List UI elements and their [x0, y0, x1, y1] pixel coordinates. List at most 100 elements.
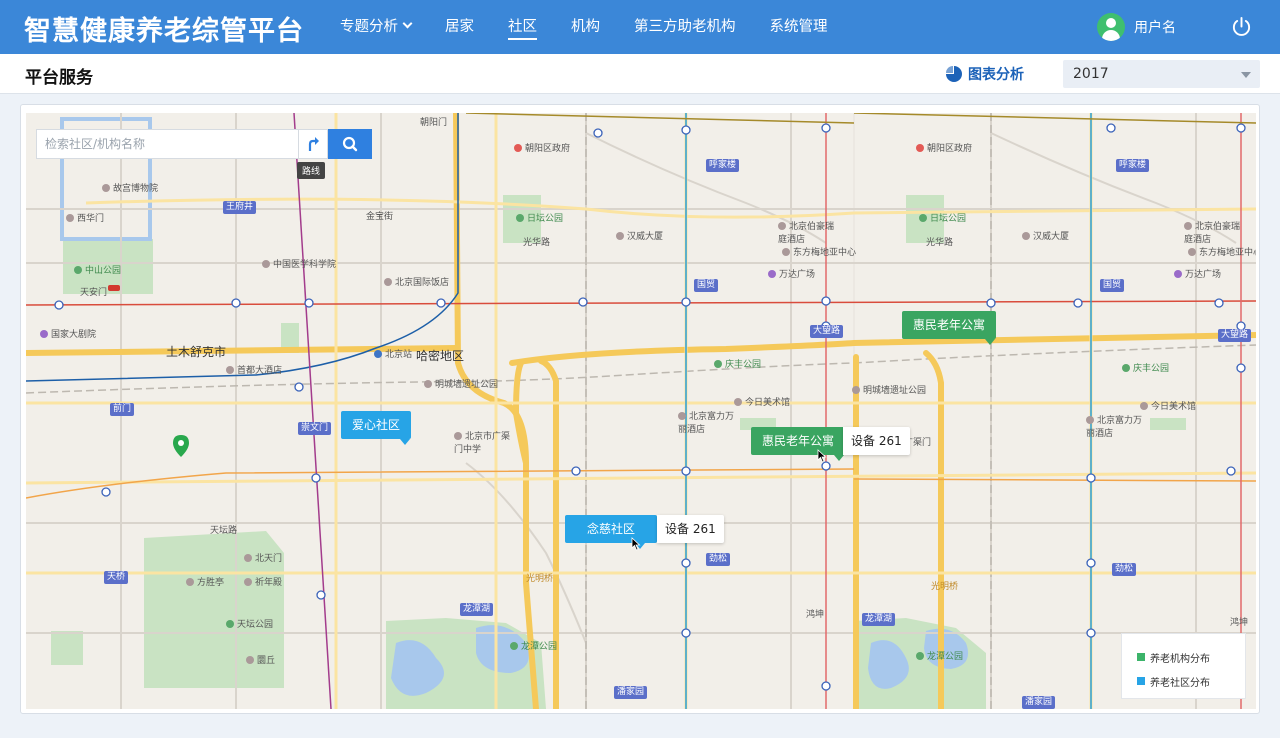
chart-analysis-button[interactable]: 图表分析 — [946, 64, 1024, 84]
legend-item-institution: 养老机构分布 — [1137, 645, 1245, 669]
map-label: 光华路 — [926, 238, 954, 248]
nav-item-institution[interactable]: 机构 — [571, 0, 600, 54]
map-label: 庆丰公园 — [714, 357, 761, 370]
map-label: 北天门 — [244, 551, 282, 564]
map-label: 鸿坤 — [1230, 618, 1249, 628]
community-marker-nianci[interactable]: 念慈社区 设备 261 — [565, 515, 724, 549]
location-pin-icon — [173, 435, 189, 457]
avatar — [1097, 13, 1125, 41]
metro-label: 潘家园 — [614, 686, 648, 699]
map-label: 北京国际饭店 — [384, 275, 449, 288]
marker-label: 爱心社区 — [341, 411, 412, 445]
metro-label: 崇文门 — [298, 422, 332, 435]
map-label: 光明桥 — [526, 574, 554, 584]
metro-label: 国贸 — [1100, 279, 1125, 292]
map-label: 圜丘 — [246, 653, 275, 666]
map-label: 万达广场 — [1174, 267, 1221, 280]
map-label: 光明桥 — [931, 582, 959, 592]
top-bar: 智慧健康养老综管平台 专题分析 居家 社区 机构 第三方助老机构 系统管理 用户… — [0, 0, 1280, 54]
legend-label: 养老机构分布 — [1150, 653, 1210, 665]
map-canvas[interactable]: 朝阳门 朝阳区政府 朝阳区政府 呼家楼 呼家楼 故宫博物院 西华门 王府井 金宝… — [26, 113, 1256, 709]
map-label: 龙潭公园 — [916, 649, 963, 662]
map-label: 中国医学科学院 — [262, 257, 336, 270]
map-label: 朝阳门 — [420, 118, 448, 128]
metro-label: 国贸 — [694, 279, 719, 292]
page-title: 平台服务 — [25, 68, 93, 88]
search-button[interactable] — [328, 129, 372, 159]
map-label: 庆丰公园 — [1122, 361, 1169, 374]
metro-label: 前门 — [110, 403, 135, 416]
map-label: 北京市广渠门中学 — [454, 432, 511, 455]
pie-chart-icon — [946, 66, 962, 82]
map-search: 路线 — [36, 129, 372, 179]
route-tooltip: 路线 — [297, 162, 326, 179]
metro-label: 天桥 — [104, 571, 129, 584]
app-title: 智慧健康养老综管平台 — [24, 16, 304, 47]
map-label: 朝阳区政府 — [916, 141, 972, 154]
nav-item-home[interactable]: 居家 — [445, 0, 474, 54]
power-icon[interactable] — [1231, 16, 1252, 37]
map-label: 万达广场 — [768, 267, 815, 280]
marker-info: 设备 261 — [843, 427, 910, 455]
mouse-cursor-icon — [817, 449, 827, 463]
institution-marker-huimin[interactable]: 惠民老年公寓 设备 261 — [751, 427, 910, 461]
map-label: 今日美术馆 — [1140, 399, 1196, 412]
search-icon — [342, 136, 358, 152]
metro-label: 大望路 — [810, 325, 844, 338]
nav-item-community[interactable]: 社区 — [508, 0, 537, 54]
marker-label: 惠民老年公寓 — [751, 427, 846, 461]
map-label: 汉威大厦 — [616, 229, 663, 242]
marker-info: 设备 261 — [657, 515, 724, 543]
map-label: 故宫博物院 — [102, 181, 158, 194]
map-label: 北京伯豪瑞庭酒店 — [1184, 222, 1241, 245]
map-label: 北京富力万丽酒店 — [1086, 416, 1143, 439]
map-label: 光华路 — [523, 238, 551, 248]
map-label: 龙潭公园 — [510, 639, 557, 652]
caret-down-icon — [1241, 72, 1251, 78]
chevron-down-icon — [402, 18, 413, 29]
map-panel: 朝阳门 朝阳区政府 朝阳区政府 呼家楼 呼家楼 故宫博物院 西华门 王府井 金宝… — [20, 104, 1260, 714]
legend-item-community: 养老社区分布 — [1137, 669, 1245, 693]
year-select[interactable]: 2017 — [1063, 60, 1260, 88]
nav-item-label: 专题分析 — [340, 19, 398, 35]
nav-item-topic-analysis[interactable]: 专题分析 — [340, 0, 413, 54]
map-label: 汉威大厦 — [1022, 229, 1069, 242]
map-label: 朝阳区政府 — [514, 141, 570, 154]
legend-swatch — [1137, 677, 1145, 685]
search-input[interactable] — [36, 129, 298, 159]
sub-header: 平台服务 图表分析 2017 — [0, 54, 1280, 94]
nav-item-system[interactable]: 系统管理 — [770, 0, 828, 54]
institution-marker-huimin-2[interactable]: 惠民老年公寓 — [902, 311, 997, 345]
map-label: 东方梅地亚中心 — [782, 245, 856, 258]
marker-label: 惠民老年公寓 — [902, 311, 997, 345]
map-label: 天坛路 — [210, 526, 238, 536]
community-marker-aixin[interactable]: 爱心社区 — [341, 411, 412, 445]
map-label: 日坛公园 — [516, 211, 563, 224]
map-label: 东方梅地亚中心 — [1188, 245, 1256, 258]
map-label: 北京站 — [374, 347, 412, 360]
route-button[interactable] — [298, 129, 328, 159]
map-label: 今日美术馆 — [734, 395, 790, 408]
metro-label: 呼家楼 — [1116, 159, 1150, 172]
metro-label: 劲松 — [1112, 563, 1137, 576]
map-label: 金宝街 — [366, 212, 394, 222]
metro-label: 大望路 — [1218, 329, 1252, 342]
metro-label: 龙潭湖 — [862, 613, 896, 626]
map-label: 天坛公园 — [226, 617, 273, 630]
map-label: 日坛公园 — [919, 211, 966, 224]
map-label: 北京富力万丽酒店 — [678, 412, 735, 435]
map-label: 中山公园 — [74, 263, 121, 276]
map-label: 国家大剧院 — [40, 327, 96, 340]
map-label: 土木舒克市 — [166, 345, 227, 359]
map-label: 祈年殿 — [244, 575, 282, 588]
metro-label: 劲松 — [706, 553, 731, 566]
nav-item-third-party[interactable]: 第三方助老机构 — [634, 0, 736, 54]
metro-label: 呼家楼 — [706, 159, 740, 172]
user-menu[interactable]: 用户名 — [1097, 13, 1176, 41]
legend-label: 养老社区分布 — [1150, 677, 1210, 689]
route-icon — [308, 137, 319, 151]
map-label: 明城墙遗址公园 — [424, 377, 498, 390]
map-base-layer — [26, 113, 1256, 709]
map-label: 天安门 — [80, 288, 108, 298]
map-label: 方胜亭 — [186, 575, 224, 588]
